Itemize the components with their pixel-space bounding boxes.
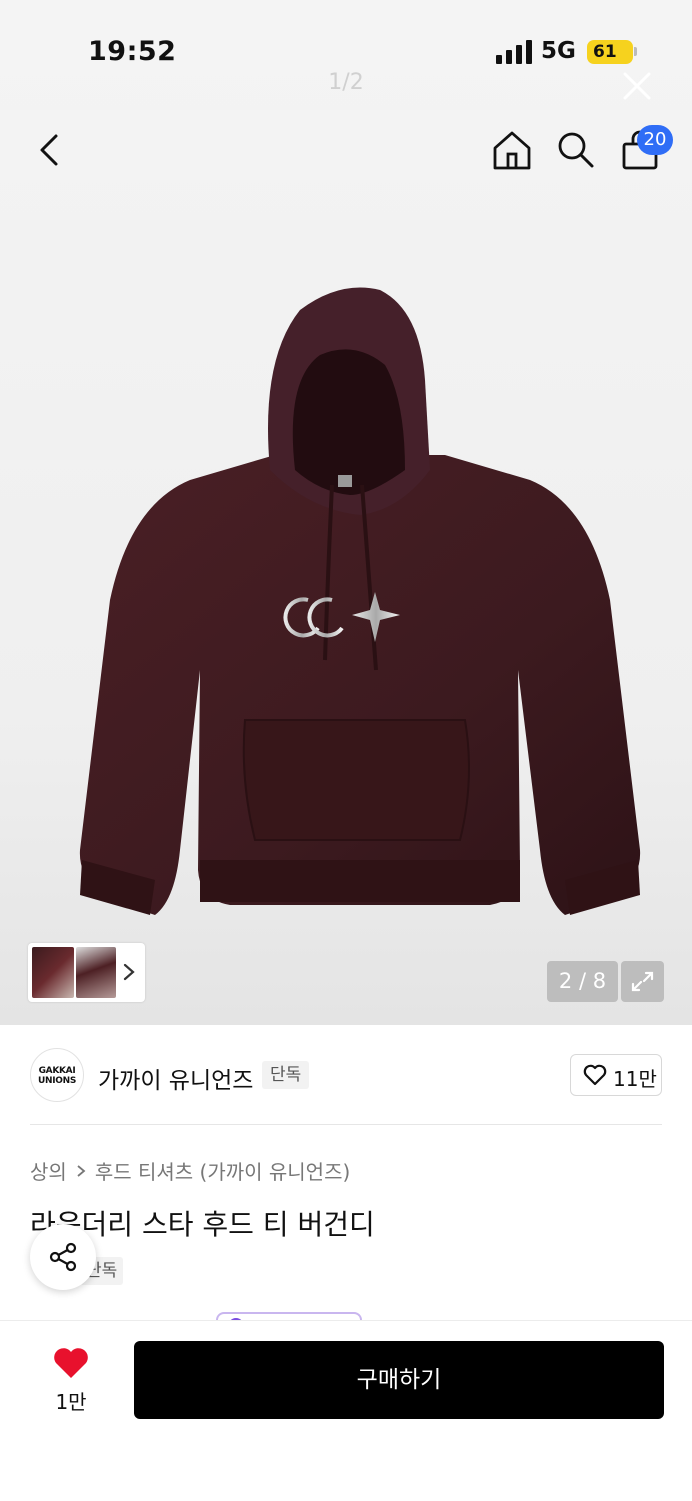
thumbnail-strip[interactable] — [28, 943, 145, 1002]
brand-name[interactable]: 가까이 유니언즈 — [98, 1061, 253, 1095]
brand-logo[interactable]: GAKKAI UNIONS — [30, 1048, 84, 1102]
brand-like-button[interactable]: 11만 — [570, 1054, 662, 1096]
expand-icon[interactable] — [621, 961, 664, 1002]
share-icon — [49, 1242, 77, 1272]
network-label: 5G — [541, 38, 576, 64]
search-icon[interactable] — [554, 128, 598, 172]
thumbnail-image[interactable] — [76, 947, 116, 998]
brand-logo-line1: GAKKAI — [38, 1066, 76, 1076]
breadcrumb: 상의 후드 티셔츠 (가까이 유니언즈) — [30, 1156, 350, 1185]
buy-button[interactable]: 구매하기 — [134, 1341, 664, 1419]
viewer-page-counter: 1/2 — [328, 70, 364, 95]
divider — [30, 1124, 662, 1125]
hoodie-product-image — [79, 287, 641, 915]
like-count: 1만 — [55, 1390, 87, 1414]
battery-tip — [634, 47, 637, 56]
thumbnail-image[interactable] — [32, 947, 74, 998]
heart-filled-icon[interactable] — [52, 1346, 90, 1380]
image-counter: 2 / 8 — [547, 961, 618, 1002]
cart-count-badge: 20 — [637, 125, 673, 155]
brand-logo-line2: UNIONS — [37, 1076, 77, 1086]
breadcrumb-item[interactable]: 후드 티셔츠 (가까이 유니언즈) — [95, 1156, 350, 1185]
close-icon[interactable] — [622, 71, 652, 101]
exclusive-badge: 단독 — [262, 1061, 310, 1089]
back-arrow-icon[interactable] — [30, 130, 70, 170]
chevron-right-icon — [77, 1164, 86, 1177]
chevron-right-icon — [123, 963, 135, 981]
breadcrumb-item[interactable]: 상의 — [30, 1156, 67, 1185]
share-button[interactable] — [30, 1224, 96, 1290]
status-time: 19:52 — [88, 36, 177, 67]
heart-outline-icon — [583, 1064, 607, 1086]
battery-icon: 61 — [587, 40, 633, 64]
home-icon[interactable] — [490, 128, 534, 172]
product-image-viewer[interactable]: 19:52 5G 61 1/2 20 2 / 8 — [0, 0, 692, 1025]
brand-like-count: 11만 — [613, 1067, 657, 1091]
signal-icon — [496, 40, 532, 64]
